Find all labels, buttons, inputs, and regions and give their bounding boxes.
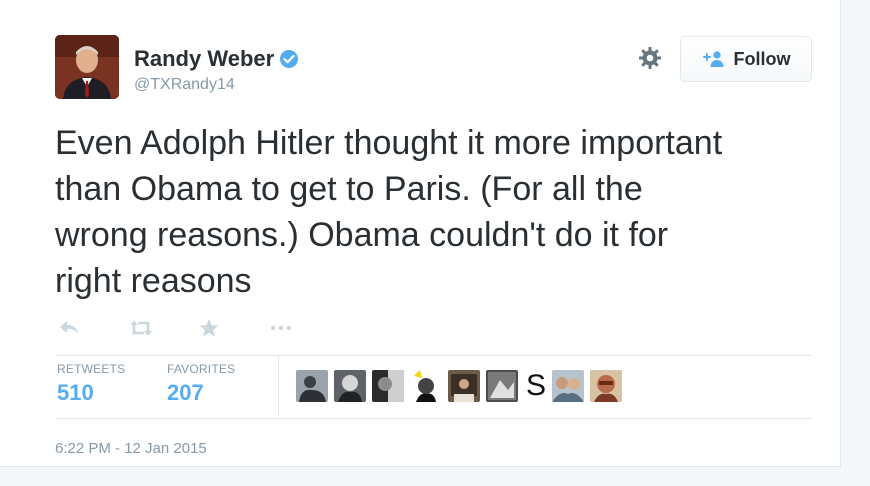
favoriter-avatar[interactable] [590, 370, 623, 402]
favoriter-avatar[interactable] [334, 370, 366, 402]
add-user-icon [702, 51, 723, 67]
stats-separator [278, 356, 279, 416]
favorites-label: FAVORITES [167, 362, 236, 376]
reply-icon [60, 321, 78, 334]
divider [55, 355, 812, 356]
more-icon [270, 325, 292, 331]
follow-label: Follow [733, 48, 791, 69]
favoriter-avatar[interactable] [448, 370, 480, 402]
retweets-stat[interactable]: RETWEETS 510 [57, 362, 125, 406]
more-button[interactable] [268, 316, 338, 340]
retweets-label: RETWEETS [57, 362, 126, 376]
tweet-text-line: than Obama to get to Paris. (For all the [55, 170, 643, 208]
retweet-button[interactable] [128, 316, 198, 340]
favorites-stat[interactable]: FAVORITES 207 [167, 362, 235, 406]
tweet-text-line: right reasons [55, 262, 252, 300]
favoriter-avatar[interactable] [486, 370, 518, 402]
favoriter-avatar-letter[interactable]: S [526, 370, 546, 402]
tweet-card: Randy Weber @TXRandy14 Follow Even Adolp… [0, 0, 841, 467]
verified-badge-icon [280, 50, 299, 68]
favorite-icon [199, 319, 219, 337]
favoriter-avatar[interactable] [410, 370, 442, 402]
gear-icon[interactable] [638, 46, 662, 70]
retweets-count: 510 [57, 380, 94, 405]
favorites-count: 207 [167, 380, 204, 405]
favoriters-list: S [296, 370, 628, 402]
favoriter-avatar[interactable] [296, 370, 328, 402]
tweet-timestamp[interactable]: 6:22 PM - 12 Jan 2015 [55, 440, 207, 457]
favoriter-avatar[interactable] [552, 370, 585, 402]
user-handle[interactable]: @TXRandy14 [134, 76, 235, 94]
tweet-actions [58, 316, 338, 340]
tweet-text-line: Even Adolph Hitler thought it more impor… [55, 124, 723, 162]
favorite-button[interactable] [198, 316, 268, 340]
tweet-text-line: wrong reasons.) Obama couldn't do it for [55, 216, 669, 254]
favoriter-avatar[interactable] [372, 370, 404, 402]
user-name[interactable]: Randy Weber [134, 46, 274, 72]
avatar[interactable] [55, 35, 119, 99]
tweet-text: Even Adolph Hitler thought it more impor… [55, 120, 825, 304]
divider [55, 418, 812, 419]
follow-button[interactable]: Follow [680, 36, 812, 82]
retweet-icon [130, 320, 152, 336]
reply-button[interactable] [58, 316, 128, 340]
user-name-row: Randy Weber [134, 46, 299, 72]
